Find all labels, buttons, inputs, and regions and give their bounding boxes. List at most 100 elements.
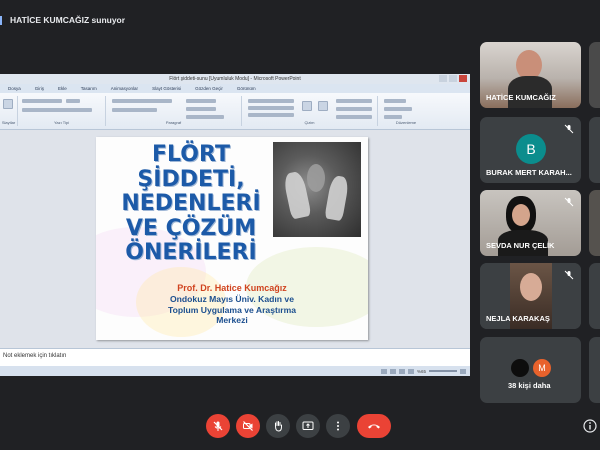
shapes-gallery: [248, 106, 294, 110]
font-size-select: [66, 99, 80, 103]
mic-off-icon: [564, 124, 574, 134]
participant-tile-partial[interactable]: [589, 190, 600, 256]
ribbon-group-label: Çizim: [304, 120, 315, 125]
ppt-title-bar: Flört şiddeti-sunu [Uyumluluk Modu] - Mi…: [0, 74, 470, 84]
person-body: [508, 76, 552, 108]
person-head: [512, 204, 530, 226]
ribbon-tab: Gözden Geçir: [195, 86, 223, 91]
shapes-gallery: [248, 99, 294, 103]
new-slide-icon: [3, 99, 13, 109]
font-select: [22, 99, 62, 103]
find-tool: [384, 99, 406, 103]
align-tools: [112, 108, 157, 112]
notes-pane: Not eklemek için tıklatın: [0, 348, 470, 366]
zoom-slider: [429, 370, 457, 372]
align-text-tool: [186, 107, 216, 111]
camera-toggle-button[interactable]: [236, 414, 260, 438]
participant-name: SEVDA NUR ÇELİK: [486, 241, 555, 250]
sorter-view-icon: [389, 368, 396, 374]
face-shape: [307, 164, 325, 192]
window-controls: [439, 75, 467, 82]
participant-name: NEJLA KARAKAŞ: [486, 314, 550, 323]
slide-title-line: FLÖRT: [152, 142, 230, 167]
more-avatars: M: [511, 359, 551, 377]
participant-tile[interactable]: NEJLA KARAKAŞ: [480, 263, 581, 329]
ribbon-tab: Dosya: [8, 86, 21, 91]
ppt-status-bar: %65: [0, 366, 470, 376]
reading-view-icon: [398, 368, 405, 374]
slide-title-line: VE ÇÖZÜM: [125, 215, 257, 241]
notes-placeholder: Not eklemek için tıklatın: [3, 353, 67, 359]
ribbon: Slaytlar Yazı Tipi Paragraf Çizim Düzenl…: [0, 93, 470, 130]
list-tools: [112, 99, 172, 103]
shape-outline-tool: [336, 107, 372, 111]
hand-shape: [324, 174, 350, 222]
ribbon-tab: Animasyonlar: [110, 86, 139, 91]
ribbon-group-label: Düzenleme: [395, 120, 417, 125]
ribbon-group-drawing: Çizim: [242, 96, 378, 126]
leave-call-button[interactable]: [357, 414, 391, 438]
present-icon: [302, 421, 314, 430]
participant-name: BURAK MERT KARAH...: [486, 168, 572, 177]
participant-tile[interactable]: SEVDA NUR ÇELİK: [480, 190, 581, 256]
slide-workspace: FLÖRT ŞİDDETİ, NEDENLERİ VE ÇÖZÜM ÖNERİL…: [0, 130, 470, 348]
ribbon-group-label: Slaytlar: [1, 120, 16, 125]
maximize-icon: [449, 75, 457, 82]
participant-tile-partial[interactable]: [589, 42, 600, 108]
info-icon[interactable]: [583, 419, 597, 433]
slide-author: Prof. Dr. Hatice Kumcağız: [177, 283, 287, 293]
slide-title-line: ÖNERİLERİ: [125, 240, 257, 265]
replace-tool: [384, 107, 412, 111]
slide: FLÖRT ŞİDDETİ, NEDENLERİ VE ÇÖZÜM ÖNERİL…: [96, 137, 368, 340]
arrange-icon: [302, 101, 312, 111]
smartart-tool: [186, 115, 224, 119]
ribbon-tab: Giriş: [34, 86, 45, 91]
ribbon-group-label: Paragraf: [165, 120, 182, 125]
slide-title-line: NEDENLERİ: [121, 191, 261, 216]
quick-styles-icon: [318, 101, 328, 111]
hang-up-icon: [368, 424, 380, 429]
ribbon-group-slides: Slaytlar: [0, 96, 18, 126]
present-button[interactable]: [296, 414, 320, 438]
minimize-icon: [439, 75, 447, 82]
fit-window-icon: [460, 368, 466, 374]
participant-tile[interactable]: HATİCE KUMCAĞIZ: [480, 42, 581, 108]
raise-hand-button[interactable]: [266, 414, 290, 438]
participant-name: HATİCE KUMCAĞIZ: [486, 93, 556, 102]
close-icon: [459, 75, 467, 82]
participant-tile-partial[interactable]: [589, 263, 600, 329]
presenter-marker-icon: [0, 15, 2, 25]
select-tool: [384, 115, 402, 119]
avatar: B: [516, 134, 546, 164]
more-participants-tile[interactable]: M 38 kişi daha: [480, 337, 581, 403]
participant-tile[interactable]: B BURAK MERT KARAH...: [480, 117, 581, 183]
ribbon-tab: Ekle: [58, 86, 67, 91]
presenter-label: HATİCE KUMCAĞIZ sunuyor: [10, 15, 126, 25]
more-participants-label: 38 kişi daha: [508, 381, 551, 390]
hand-icon: [275, 421, 282, 432]
slide-institution: Ondokuz Mayıs Üniv. Kadın ve Toplum Uygu…: [104, 294, 360, 326]
mic-toggle-button[interactable]: [206, 414, 230, 438]
ribbon-tab: Tasarım: [80, 86, 97, 91]
camera-off-icon: [243, 421, 253, 431]
slide-institution-line: Ondokuz Mayıs Üniv. Kadın ve: [170, 294, 294, 304]
shape-effects-tool: [336, 115, 372, 119]
ribbon-tabs: Dosya Giriş Ekle Tasarım Animasyonlar Sl…: [0, 84, 470, 93]
presenter-bar: HATİCE KUMCAĞIZ sunuyor: [0, 10, 125, 30]
slide-institution-line: Toplum Uygulama ve Araştırma: [168, 304, 296, 315]
avatar: M: [533, 359, 551, 377]
shape-fill-tool: [336, 99, 372, 103]
ribbon-group-label: Yazı Tipi: [53, 120, 70, 125]
ribbon-group-font: Yazı Tipi: [18, 96, 106, 126]
more-options-button[interactable]: [326, 414, 350, 438]
participant-tile-partial[interactable]: [589, 117, 600, 183]
shapes-gallery: [248, 113, 294, 117]
more-options-icon: [337, 421, 339, 431]
slide-title: FLÖRT ŞİDDETİ, NEDENLERİ VE ÇÖZÜM ÖNERİL…: [116, 142, 266, 266]
participant-tile-partial[interactable]: [589, 337, 600, 403]
font-format-tools: [22, 108, 92, 112]
ribbon-group-paragraph: Paragraf: [106, 96, 242, 126]
ribbon-tab: Slayt Gösterisi: [152, 86, 182, 91]
mic-off-icon: [564, 270, 574, 280]
shared-screen: Flört şiddeti-sunu [Uyumluluk Modu] - Mi…: [0, 74, 470, 376]
